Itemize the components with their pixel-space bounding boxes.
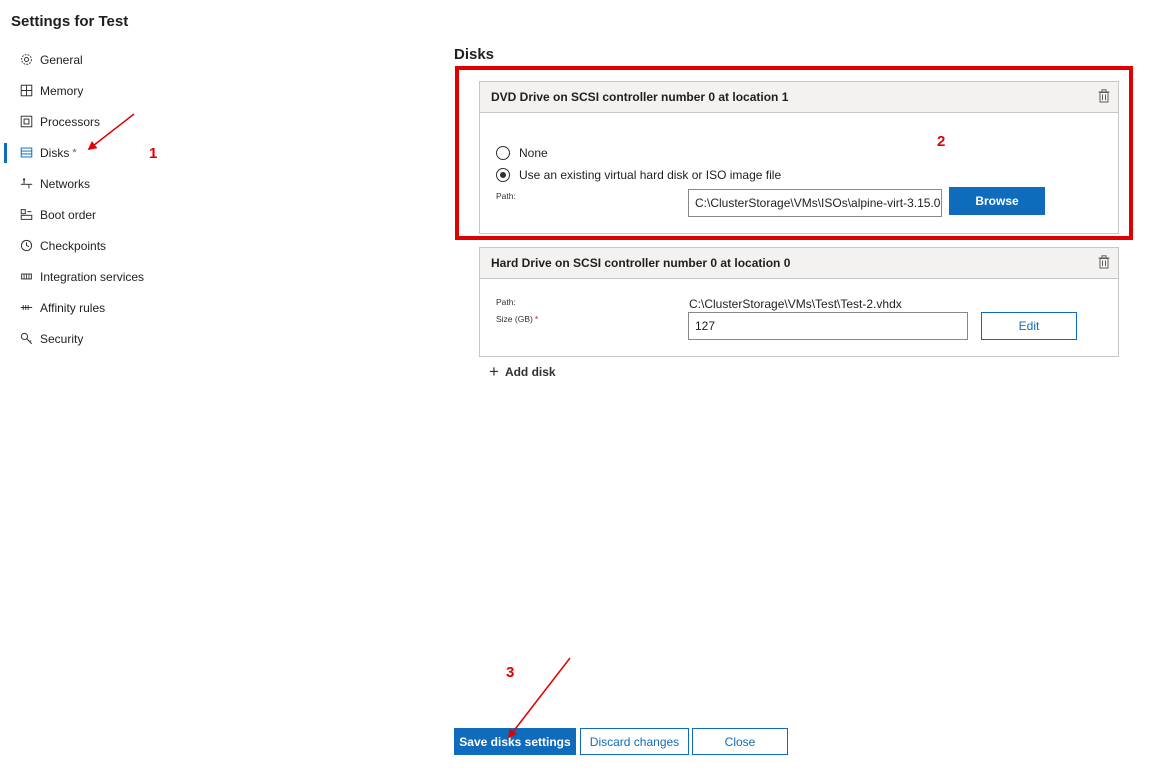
hard-drive-title: Hard Drive on SCSI controller number 0 a… [491, 256, 791, 270]
edit-button[interactable]: Edit [981, 312, 1077, 340]
hard-drive-card: Hard Drive on SCSI controller number 0 a… [479, 247, 1119, 357]
integration-icon [20, 270, 33, 283]
affinity-icon [20, 301, 33, 314]
settings-nav: General Memory Processors Disks * Networ… [0, 44, 240, 354]
nav-label-networks: Networks [40, 176, 91, 191]
unsaved-indicator: * [72, 146, 77, 159]
hdd-size-label-text: Size (GB) [496, 314, 533, 324]
disk-icon [20, 146, 33, 159]
nav-item-integration-services[interactable]: Integration services [0, 261, 240, 292]
processor-icon [20, 115, 33, 128]
annotation-number-1: 1 [149, 145, 158, 162]
nav-label-memory: Memory [40, 83, 84, 98]
nav-item-checkpoints[interactable]: Checkpoints [0, 230, 240, 261]
hard-drive-card-header: Hard Drive on SCSI controller number 0 a… [480, 248, 1118, 279]
nav-item-security[interactable]: Security [0, 323, 240, 354]
nav-label-checkpoints: Checkpoints [40, 238, 107, 253]
hdd-path-label: Path: [496, 297, 516, 307]
annotation-number-2: 2 [937, 133, 946, 150]
gear-icon [20, 53, 33, 66]
add-disk-label: Add disk [504, 364, 556, 379]
network-icon [20, 177, 33, 190]
clock-icon [20, 239, 33, 252]
memory-icon [20, 84, 33, 97]
plus-icon: + [489, 362, 499, 381]
save-disks-settings-button[interactable]: Save disks settings [454, 728, 576, 755]
nav-label-security: Security [40, 331, 84, 346]
nav-label-integration-services: Integration services [40, 269, 145, 284]
nav-label-disks: Disks [40, 145, 70, 160]
trash-icon[interactable] [1098, 255, 1110, 269]
section-title: Disks [454, 46, 495, 63]
nav-label-general: General [40, 52, 83, 67]
nav-item-affinity-rules[interactable]: Affinity rules [0, 292, 240, 323]
add-disk-button[interactable]: + Add disk [489, 362, 556, 381]
nav-item-disks[interactable]: Disks * [0, 137, 240, 168]
nav-item-boot-order[interactable]: Boot order [0, 199, 240, 230]
annotation-arrow-3 [507, 657, 571, 739]
close-button[interactable]: Close [692, 728, 788, 755]
nav-item-general[interactable]: General [0, 44, 240, 75]
discard-changes-button[interactable]: Discard changes [580, 728, 689, 755]
nav-item-networks[interactable]: Networks [0, 168, 240, 199]
annotation-highlight-box [455, 66, 1133, 240]
nav-item-processors[interactable]: Processors [0, 106, 240, 137]
nav-label-boot-order: Boot order [40, 207, 97, 222]
annotation-number-3: 3 [506, 664, 515, 681]
hdd-size-input[interactable]: 127 [688, 312, 968, 340]
nav-label-affinity-rules: Affinity rules [40, 300, 106, 315]
hdd-size-label: Size (GB) * [496, 314, 538, 324]
nav-item-memory[interactable]: Memory [0, 75, 240, 106]
key-icon [20, 332, 33, 345]
required-indicator: * [534, 314, 539, 324]
hdd-path-value: C:\ClusterStorage\VMs\Test\Test-2.vhdx [689, 297, 902, 311]
nav-label-processors: Processors [40, 114, 101, 129]
boot-order-icon [20, 208, 33, 221]
page-title: Settings for Test [11, 13, 129, 30]
